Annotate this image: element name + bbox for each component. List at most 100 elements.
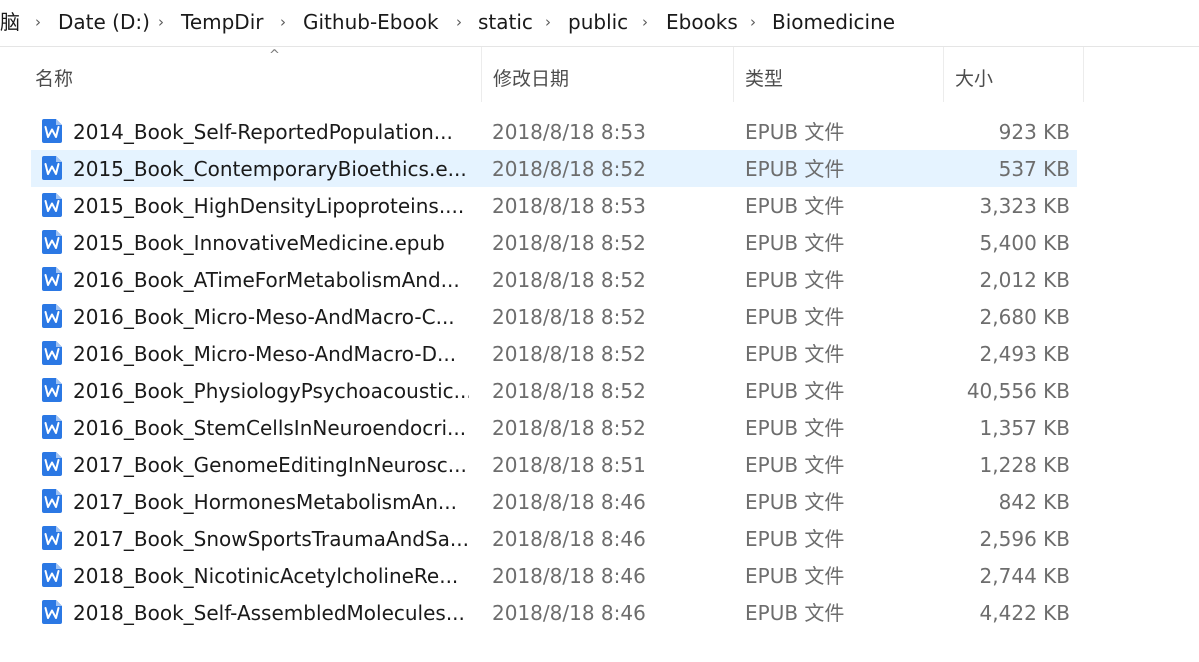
file-row[interactable]: 2015_Book_HighDensityLipoproteins.... 201… (31, 187, 1077, 224)
file-name: 2014_Book_Self-ReportedPopulation... (73, 120, 453, 144)
file-row[interactable]: 2015_Book_InnovativeMedicine.epub 2018/8/… (31, 224, 1077, 261)
file-date-modified: 2018/8/18 8:52 (492, 157, 646, 181)
file-row[interactable]: 2014_Book_Self-ReportedPopulation... 2018… (31, 113, 1077, 150)
file-type: EPUB 文件 (745, 490, 845, 514)
file-date-modified: 2018/8/18 8:53 (492, 120, 646, 144)
file-size: 2,012 KB (979, 268, 1070, 292)
wps-doc-icon (41, 229, 63, 255)
file-name: 2017_Book_HormonesMetabolismAn... (73, 490, 457, 514)
chevron-right-icon[interactable]: › (750, 10, 756, 34)
breadcrumb-item-tempdir[interactable]: TempDir (181, 9, 263, 35)
chevron-right-icon[interactable]: › (642, 10, 648, 34)
file-size: 842 KB (998, 490, 1070, 514)
chevron-right-icon[interactable]: › (280, 10, 286, 34)
wps-doc-icon (41, 599, 63, 625)
file-size: 2,744 KB (979, 564, 1070, 588)
chevron-right-icon[interactable]: › (456, 10, 462, 34)
wps-doc-icon (41, 488, 63, 514)
file-type: EPUB 文件 (745, 416, 845, 440)
file-row[interactable]: 2016_Book_PhysiologyPsychoacoustic... 201… (31, 372, 1077, 409)
file-name: 2016_Book_Micro-Meso-AndMacro-D... (73, 342, 457, 366)
file-size: 537 KB (998, 157, 1070, 181)
breadcrumb-item-static[interactable]: static (478, 9, 533, 35)
file-type: EPUB 文件 (745, 453, 845, 477)
chevron-right-icon[interactable]: › (158, 10, 164, 34)
column-header-date[interactable]: 修改日期 (482, 47, 734, 102)
wps-doc-icon (41, 562, 63, 588)
wps-doc-icon (41, 303, 63, 329)
chevron-right-icon[interactable]: › (35, 10, 41, 34)
wps-doc-icon (41, 155, 63, 181)
file-row[interactable]: 2016_Book_Micro-Meso-AndMacro-D... 2018/8… (31, 335, 1077, 372)
file-name: 2018_Book_Self-AssembledMolecules... (73, 601, 465, 625)
file-size: 1,357 KB (979, 416, 1070, 440)
file-type: EPUB 文件 (745, 564, 845, 588)
file-size: 4,422 KB (979, 601, 1070, 625)
column-header-type-label: 类型 (745, 68, 784, 90)
file-row[interactable]: 2016_Book_ATimeForMetabolismAnd... 2018/8… (31, 261, 1077, 298)
wps-doc-icon (41, 377, 63, 403)
file-size: 3,323 KB (979, 194, 1070, 218)
breadcrumb-item-drive[interactable]: Date (D:) (58, 9, 150, 35)
file-size: 5,400 KB (979, 231, 1070, 255)
file-type: EPUB 文件 (745, 601, 845, 625)
file-date-modified: 2018/8/18 8:51 (492, 453, 646, 477)
sort-ascending-icon: ^ (269, 48, 280, 63)
file-row[interactable]: 2018_Book_NicotinicAcetylcholineRe... 201… (31, 557, 1077, 594)
file-date-modified: 2018/8/18 8:46 (492, 527, 646, 551)
file-date-modified: 2018/8/18 8:52 (492, 342, 646, 366)
file-type: EPUB 文件 (745, 194, 845, 218)
file-row[interactable]: 2017_Book_SnowSportsTraumaAndSa... 2018/8… (31, 520, 1077, 557)
column-header-name[interactable]: ^ 名称 (24, 47, 482, 102)
file-name: 2016_Book_PhysiologyPsychoacoustic... (73, 379, 469, 403)
file-type: EPUB 文件 (745, 379, 845, 403)
file-row[interactable]: 2016_Book_Micro-Meso-AndMacro-C... 2018/8… (31, 298, 1077, 335)
file-row[interactable]: 2017_Book_HormonesMetabolismAn... 2018/8/… (31, 483, 1077, 520)
address-bar[interactable]: 脑 › Date (D:) › TempDir › Github-Ebook ›… (0, 0, 1199, 47)
file-date-modified: 2018/8/18 8:46 (492, 601, 646, 625)
column-header-name-label: 名称 (35, 68, 74, 90)
breadcrumb-item-biomedicine[interactable]: Biomedicine (772, 9, 895, 35)
file-type: EPUB 文件 (745, 231, 845, 255)
wps-doc-icon (41, 414, 63, 440)
file-row[interactable]: 2016_Book_StemCellsInNeuroendocri... 2018… (31, 409, 1077, 446)
breadcrumb-item-ebooks[interactable]: Ebooks (666, 9, 738, 35)
chevron-right-icon[interactable]: › (545, 10, 551, 34)
column-header-size[interactable]: 大小 (944, 47, 1084, 102)
file-name: 2018_Book_NicotinicAcetylcholineRe... (73, 564, 459, 588)
column-header-type[interactable]: 类型 (734, 47, 944, 102)
column-header-size-label: 大小 (955, 68, 994, 90)
file-size: 40,556 KB (966, 379, 1070, 403)
file-name: 2017_Book_SnowSportsTraumaAndSa... (73, 527, 469, 551)
breadcrumb-item-github-ebook[interactable]: Github-Ebook (303, 9, 439, 35)
file-name: 2016_Book_Micro-Meso-AndMacro-C... (73, 305, 455, 329)
file-size: 2,493 KB (979, 342, 1070, 366)
file-date-modified: 2018/8/18 8:52 (492, 231, 646, 255)
file-date-modified: 2018/8/18 8:52 (492, 379, 646, 403)
file-date-modified: 2018/8/18 8:46 (492, 564, 646, 588)
file-name: 2016_Book_ATimeForMetabolismAnd... (73, 268, 460, 292)
file-date-modified: 2018/8/18 8:52 (492, 416, 646, 440)
file-size: 2,680 KB (979, 305, 1070, 329)
wps-doc-icon (41, 266, 63, 292)
breadcrumb-item-public[interactable]: public (568, 9, 628, 35)
file-type: EPUB 文件 (745, 305, 845, 329)
file-row[interactable]: 2018_Book_Self-AssembledMolecules... 2018… (31, 594, 1077, 631)
file-name: 2015_Book_HighDensityLipoproteins.... (73, 194, 465, 218)
file-date-modified: 2018/8/18 8:46 (492, 490, 646, 514)
file-row[interactable]: 2015_Book_ContemporaryBioethics.e... 2018… (31, 150, 1077, 187)
file-size: 923 KB (998, 120, 1070, 144)
file-row[interactable]: 2017_Book_GenomeEditingInNeurosc... 2018/… (31, 446, 1077, 483)
file-type: EPUB 文件 (745, 268, 845, 292)
file-name: 2015_Book_InnovativeMedicine.epub (73, 231, 445, 255)
wps-doc-icon (41, 451, 63, 477)
file-date-modified: 2018/8/18 8:52 (492, 268, 646, 292)
file-date-modified: 2018/8/18 8:53 (492, 194, 646, 218)
wps-doc-icon (41, 525, 63, 551)
wps-doc-icon (41, 118, 63, 144)
file-date-modified: 2018/8/18 8:52 (492, 305, 646, 329)
file-size: 2,596 KB (979, 527, 1070, 551)
file-size: 1,228 KB (979, 453, 1070, 477)
wps-doc-icon (41, 340, 63, 366)
breadcrumb-item-computer[interactable]: 脑 (0, 9, 20, 35)
